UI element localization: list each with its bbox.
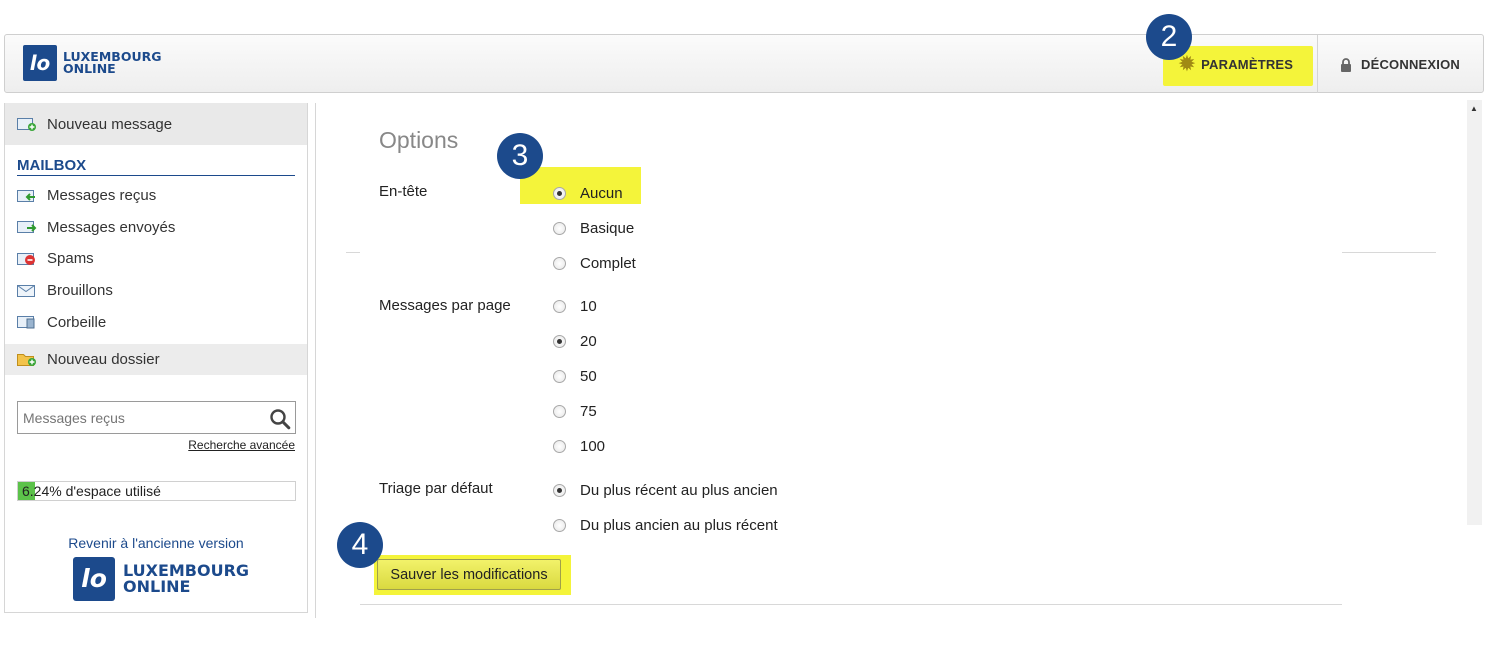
logout-label: DÉCONNEXION [1361, 56, 1460, 72]
radio-header-complet[interactable]: Complet [553, 255, 636, 272]
radio-button[interactable] [553, 440, 566, 453]
radio-per-page-50[interactable]: 50 [553, 368, 597, 385]
sent-icon [17, 221, 37, 234]
new-message-icon [17, 118, 36, 131]
sidebar-item-label: Spams [47, 250, 94, 268]
radio-label: Du plus récent au plus ancien [580, 482, 778, 499]
new-folder-label: Nouveau dossier [47, 350, 160, 368]
step-badge-4: 4 [337, 522, 383, 568]
radio-label: Complet [580, 255, 636, 272]
radio-label: 20 [580, 333, 597, 350]
radio-button[interactable] [553, 405, 566, 418]
radio-button[interactable] [553, 519, 566, 532]
logo-mark: lo [23, 45, 57, 81]
new-message-button[interactable]: Nouveau message [5, 103, 307, 145]
trash-icon [17, 316, 35, 329]
sort-label: Triage par défaut [379, 480, 493, 497]
new-message-label: Nouveau message [47, 115, 173, 133]
radio-header-aucun[interactable]: Aucun [553, 185, 623, 202]
new-folder-button[interactable]: Nouveau dossier [5, 343, 307, 375]
radio-per-page-10[interactable]: 10 [553, 298, 597, 315]
top-header-bar: lo LUXEMBOURG ONLINE ✹ PARAMÈTRES DÉCONN… [4, 34, 1484, 93]
per-page-label: Messages par page [379, 297, 511, 314]
step-badge-2: 2 [1146, 14, 1192, 60]
luxembourg-online-logo-large[interactable]: lo LUXEMBOURG ONLINE [73, 557, 249, 601]
storage-usage-bar: 6.24% d'espace utilisé [17, 481, 296, 501]
radio-label: 10 [580, 298, 597, 315]
radio-button[interactable] [553, 335, 566, 348]
sidebar-item-label: Messages envoyés [47, 218, 176, 236]
logo-text-line2: ONLINE [123, 577, 191, 596]
search-input[interactable] [17, 401, 296, 434]
radio-button[interactable] [553, 370, 566, 383]
sidebar-item-spams[interactable]: Spams [5, 243, 307, 275]
save-button[interactable]: Sauver les modifications [377, 559, 561, 590]
mailbox-heading: MAILBOX [17, 157, 295, 176]
scroll-up-arrow-icon[interactable]: ▲ [1470, 104, 1478, 113]
radio-label: 75 [580, 403, 597, 420]
page-title: Options [379, 127, 459, 153]
new-folder-icon [17, 354, 36, 367]
radio-label: 50 [580, 368, 597, 385]
vertical-scrollbar[interactable] [1467, 100, 1482, 525]
sidebar: Nouveau message MAILBOX Messages reçus M… [4, 103, 308, 613]
radio-button[interactable] [553, 257, 566, 270]
radio-per-page-75[interactable]: 75 [553, 403, 597, 420]
radio-sort-newest-first[interactable]: Du plus récent au plus ancien [553, 482, 778, 499]
search-icon[interactable] [269, 408, 291, 430]
logo-mark-large: lo [73, 557, 115, 601]
header-label: En-tête [379, 183, 428, 200]
logout-link[interactable]: DÉCONNEXION [1317, 35, 1485, 93]
drafts-icon [17, 284, 35, 297]
old-version-link[interactable]: Revenir à l'ancienne version [5, 535, 307, 551]
lock-icon [1341, 58, 1351, 72]
advanced-search-link[interactable]: Recherche avancée [188, 438, 295, 452]
radio-per-page-20[interactable]: 20 [553, 333, 597, 350]
logo-text-line2: ONLINE [63, 61, 116, 76]
radio-button[interactable] [553, 222, 566, 235]
radio-header-basique[interactable]: Basique [553, 220, 634, 237]
step-badge-3: 3 [497, 133, 543, 179]
sidebar-item-label: Corbeille [47, 313, 107, 331]
radio-button[interactable] [553, 300, 566, 313]
sidebar-item-inbox[interactable]: Messages reçus [5, 180, 307, 212]
storage-usage-label: 6.24% d'espace utilisé [22, 483, 161, 499]
radio-label: Aucun [580, 185, 623, 202]
radio-label: Du plus ancien au plus récent [580, 517, 778, 534]
sidebar-item-trash[interactable]: Corbeille [5, 306, 307, 338]
sidebar-item-sent[interactable]: Messages envoyés [5, 212, 307, 244]
spam-icon [17, 252, 35, 265]
settings-label: PARAMÈTRES [1201, 56, 1294, 72]
sidebar-item-label: Brouillons [47, 282, 113, 300]
inbox-icon [17, 189, 35, 202]
sidebar-item-label: Messages reçus [47, 187, 157, 205]
radio-per-page-100[interactable]: 100 [553, 438, 605, 455]
radio-label: Basique [580, 220, 635, 237]
radio-label: 100 [580, 438, 606, 455]
sidebar-item-drafts[interactable]: Brouillons [5, 275, 307, 307]
radio-button[interactable] [553, 484, 566, 497]
luxembourg-online-logo[interactable]: lo LUXEMBOURG ONLINE [23, 45, 161, 81]
radio-button[interactable] [553, 187, 566, 200]
radio-sort-oldest-first[interactable]: Du plus ancien au plus récent [553, 517, 778, 534]
